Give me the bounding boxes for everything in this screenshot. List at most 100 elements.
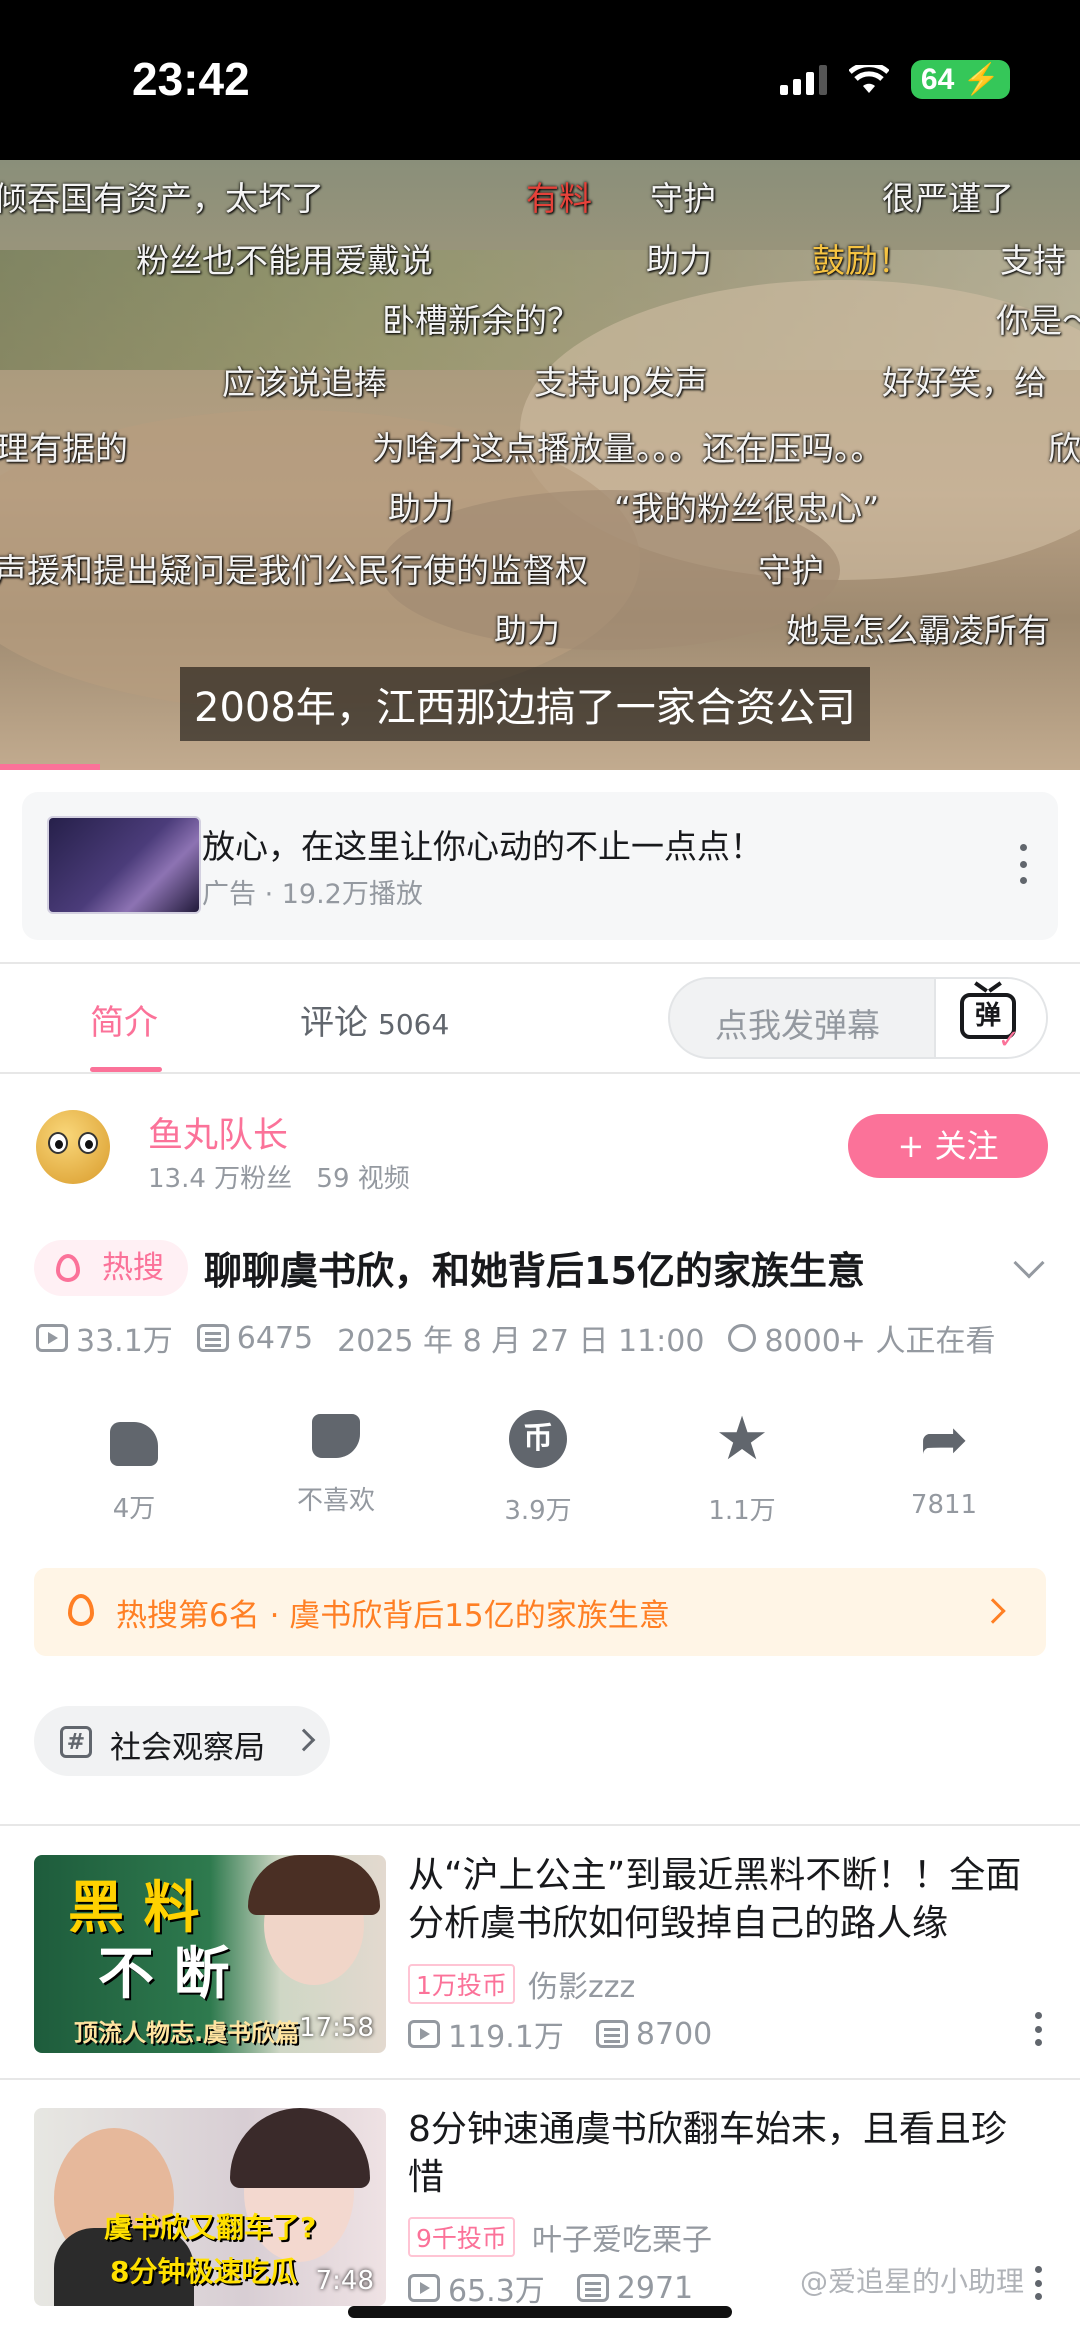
more-options-icon[interactable] bbox=[1018, 844, 1028, 884]
play-count-icon bbox=[36, 1324, 68, 1352]
related-video-author[interactable]: 叶子爱吃栗子 bbox=[532, 2215, 712, 2259]
danmaku-comment: 粉丝也不能用爱戴说 bbox=[136, 241, 433, 280]
viewers-icon bbox=[728, 1324, 757, 1352]
status-time: 23:42 bbox=[132, 53, 250, 105]
related-video-author[interactable]: 伤影zzz bbox=[528, 1962, 635, 2006]
home-indicator[interactable] bbox=[348, 2306, 732, 2318]
danmaku-comment: 支持up发声 bbox=[534, 363, 708, 402]
video-duration: 17:58 bbox=[299, 2013, 374, 2043]
topic-label: 社会观察局 bbox=[110, 1730, 265, 1766]
share-count: 7811 bbox=[910, 1490, 978, 1520]
ad-banner[interactable]: 放心，在这里让你心动的不止一点点！ 广告 · 19.2万播放 bbox=[22, 792, 1058, 940]
thumbnail-hair bbox=[230, 2108, 370, 2188]
ad-thumbnail bbox=[47, 816, 201, 914]
star-icon: ★ bbox=[715, 1404, 769, 1474]
danmaku-comment: 她是怎么霸凌所有 bbox=[786, 611, 1050, 650]
like-count: 4万 bbox=[112, 1494, 156, 1524]
danmaku-count-icon bbox=[196, 1324, 229, 1352]
danmaku-count: 8700 bbox=[635, 2016, 713, 2052]
thumbnail-caption: 8分钟极速吃瓜 bbox=[110, 2255, 298, 2288]
danmaku-comment: “我的粉丝很忠心” bbox=[614, 489, 880, 528]
chevron-right-icon bbox=[292, 1728, 316, 1752]
tab-intro[interactable]: 简介 bbox=[90, 995, 158, 1044]
tab-comments-label: 评论 bbox=[300, 1003, 368, 1043]
share-icon: ➦ bbox=[919, 1405, 969, 1473]
hot-search-text: 热搜第6名 · 虞书欣背后15亿的家族生意 bbox=[116, 1598, 670, 1634]
like-button[interactable]: 4万 bbox=[74, 1410, 194, 1525]
video-count: 59 视频 bbox=[316, 1164, 410, 1194]
danmaku-comment: 助力 bbox=[646, 241, 712, 280]
play-count-icon bbox=[408, 2020, 440, 2048]
danmaku-comment: 助力 bbox=[494, 611, 560, 650]
coin-icon: 币 bbox=[509, 1410, 567, 1468]
status-icons: 64 ⚡ bbox=[779, 60, 1010, 99]
watermark: @爱追星的小助理 bbox=[800, 2265, 1025, 2298]
uploader-name[interactable]: 鱼丸队长 bbox=[148, 1107, 288, 1158]
danmaku-comment: 理有据的 bbox=[0, 429, 128, 468]
hot-search-tag[interactable]: 热搜 bbox=[34, 1240, 188, 1296]
coin-count: 3.9万 bbox=[504, 1496, 572, 1526]
ad-subtitle: 广告 · 19.2万播放 bbox=[202, 879, 423, 910]
video-progress-bar[interactable] bbox=[0, 764, 100, 770]
danmaku-settings-button[interactable]: 弹 ✓ bbox=[934, 979, 1046, 1057]
hot-search-banner[interactable]: 热搜第6名 · 虞书欣背后15亿的家族生意 bbox=[34, 1568, 1046, 1656]
favorite-button[interactable]: ★ 1.1万 bbox=[682, 1404, 802, 1527]
avatar[interactable] bbox=[36, 1110, 110, 1184]
danmaku-comment: 很严谨了 bbox=[882, 179, 1014, 218]
thumbnail-text: 不 断 bbox=[98, 1942, 230, 2007]
danmaku-comment: 助力 bbox=[388, 489, 454, 528]
danmaku-comment: 守护 bbox=[758, 551, 824, 590]
related-video-thumbnail[interactable]: 虞书欣又翻车了? 8分钟极速吃瓜 7:48 bbox=[34, 2108, 386, 2306]
divider bbox=[0, 1824, 1080, 1826]
dislike-label: 不喜欢 bbox=[296, 1486, 375, 1516]
check-icon: ✓ bbox=[998, 1025, 1020, 1055]
danmaku-count: 2971 bbox=[616, 2270, 694, 2306]
related-video-thumbnail[interactable]: 黑 料 不 断 顶流人物志.虞书欣篇 17:58 bbox=[34, 1855, 386, 2053]
thumbnail-caption: 虞书欣又翻车了? bbox=[104, 2211, 317, 2244]
danmaku-count: 6475 bbox=[236, 1320, 314, 1356]
more-options-icon[interactable] bbox=[1034, 2266, 1042, 2300]
uploader-stats: 13.4 万粉丝 59 视频 bbox=[148, 1158, 426, 1195]
coin-badge: 1万投币 bbox=[408, 1964, 515, 2004]
video-duration: 7:48 bbox=[315, 2266, 374, 2296]
divider bbox=[0, 962, 1080, 964]
publish-date: 2025 年 8 月 27 日 11:00 bbox=[337, 1324, 705, 1359]
video-player[interactable]: 倾吞国有资产，太坏了 有料 守护 很严谨了 粉丝也不能用爱戴说 助力 鼓励！ 支… bbox=[0, 160, 1080, 770]
danmaku-comment: 声援和提出疑问是我们公民行使的监督权 bbox=[0, 551, 588, 590]
view-count: 33.1万 bbox=[76, 1324, 173, 1359]
share-button[interactable]: ➦ 7811 bbox=[884, 1410, 1004, 1520]
thumbs-up-icon bbox=[110, 1422, 158, 1466]
more-options-icon[interactable] bbox=[1034, 2012, 1042, 2046]
related-video-title[interactable]: 从“沪上公主”到最近黑料不断！！全面分析虞书欣如何毁掉自己的路人缘 bbox=[408, 1852, 1028, 1948]
related-video-stats: 65.3万 2971 bbox=[408, 2266, 693, 2310]
hashtag-icon: # bbox=[60, 1726, 92, 1758]
danmaku-input[interactable]: 点我发弹幕 弹 ✓ bbox=[668, 977, 1048, 1059]
watching-count: 8000+ 人正在看 bbox=[764, 1324, 996, 1359]
danmaku-comment: 应该说追捧 bbox=[222, 363, 387, 402]
battery-indicator: 64 ⚡ bbox=[910, 60, 1010, 99]
related-video-stats: 119.1万 8700 bbox=[408, 2012, 712, 2056]
danmaku-comment: 守护 bbox=[650, 179, 716, 218]
related-video-title[interactable]: 8分钟速通虞书欣翻车始末，且看且珍惜 bbox=[408, 2106, 1028, 2202]
thumbnail-caption: 顶流人物志.虞书欣篇 bbox=[74, 2019, 300, 2047]
danmaku-comment: 倾吞国有资产，太坏了 bbox=[0, 179, 324, 218]
chevron-down-icon[interactable] bbox=[1013, 1247, 1045, 1279]
danmaku-comment: 鼓励！ bbox=[812, 241, 911, 280]
view-count: 65.3万 bbox=[448, 2274, 545, 2309]
follow-button[interactable]: + 关注 bbox=[848, 1114, 1048, 1178]
tab-comments[interactable]: 评论 5064 bbox=[300, 995, 449, 1044]
dislike-button[interactable]: 不喜欢 bbox=[276, 1410, 396, 1517]
coin-button[interactable]: 币 3.9万 bbox=[478, 1410, 598, 1527]
danmaku-comment: 卧槽新余的？ bbox=[382, 301, 580, 340]
danmaku-comment: 你是～ bbox=[996, 301, 1080, 340]
flame-icon bbox=[56, 1254, 80, 1282]
danmaku-comment: 为啥才这点播放量。。。还在压吗。。 bbox=[372, 429, 884, 468]
play-count-icon bbox=[408, 2274, 440, 2302]
coin-badge: 9千投币 bbox=[408, 2217, 515, 2257]
favorite-count: 1.1万 bbox=[708, 1496, 776, 1526]
danmaku-comment: 好好笑，给 bbox=[882, 363, 1047, 402]
topic-chip[interactable]: # 社会观察局 bbox=[34, 1706, 330, 1776]
divider bbox=[0, 1072, 1080, 1074]
thumbs-down-icon bbox=[312, 1414, 360, 1458]
danmaku-count-icon bbox=[576, 2274, 609, 2302]
